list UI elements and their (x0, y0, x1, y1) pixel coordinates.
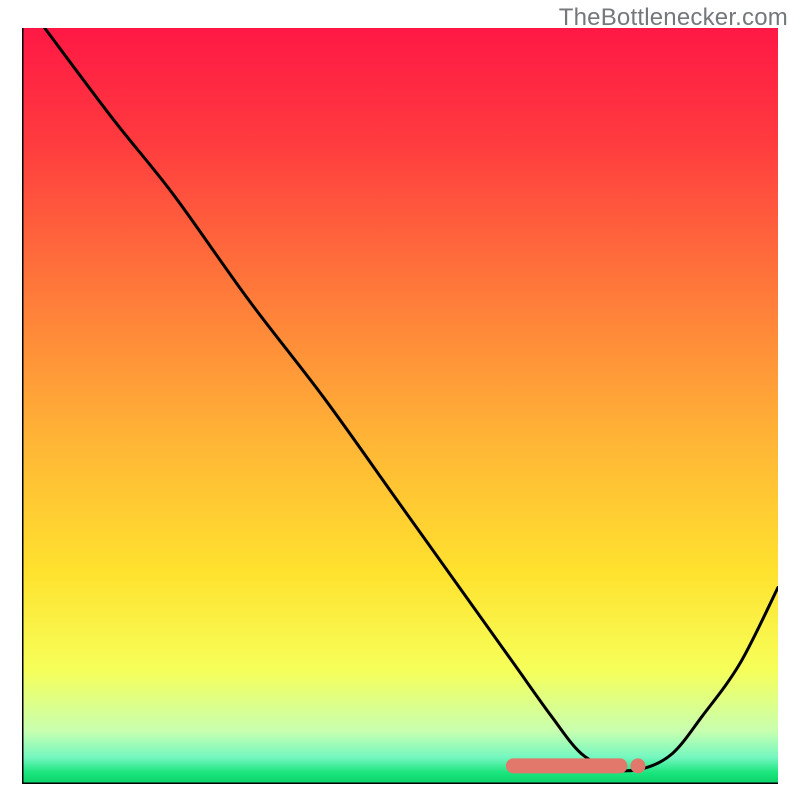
bottleneck-chart (22, 28, 778, 784)
chart-background (22, 28, 778, 784)
